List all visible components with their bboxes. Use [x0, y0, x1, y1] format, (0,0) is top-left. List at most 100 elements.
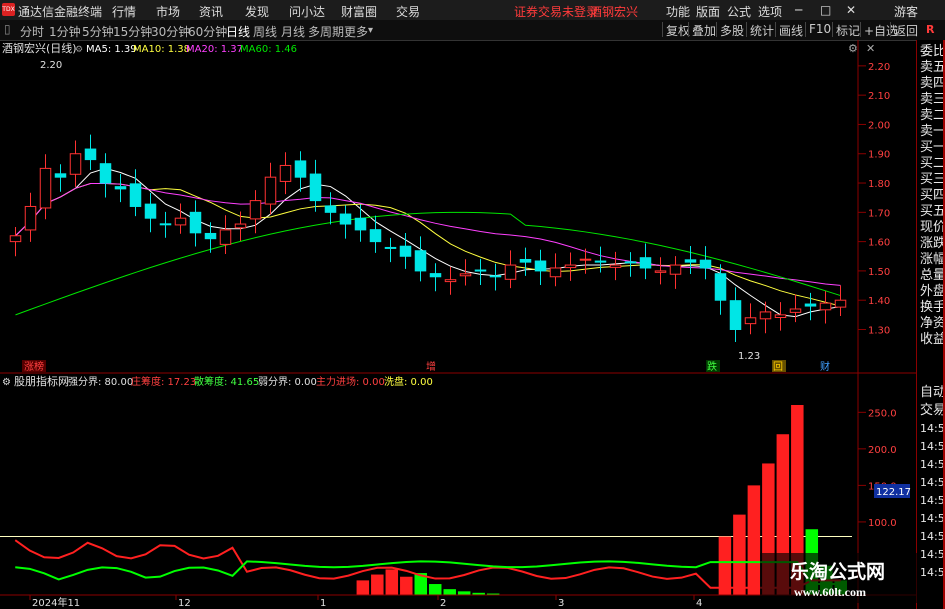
candle-body[interactable]: [294, 160, 307, 178]
marker-cai[interactable]: 财: [820, 360, 830, 373]
candle-body[interactable]: [504, 264, 517, 280]
menu-faxian[interactable]: 发现: [245, 3, 269, 20]
candle-body[interactable]: [399, 245, 412, 257]
menu-caifuquan[interactable]: 财富圈: [341, 3, 377, 20]
menu-wenxiaoda[interactable]: 问小达: [289, 3, 325, 20]
period-5min[interactable]: 5分钟: [82, 23, 114, 40]
menu-gongneng[interactable]: 功能: [666, 3, 690, 20]
candle-body[interactable]: [819, 302, 832, 311]
candle-body[interactable]: [594, 260, 607, 263]
login-status[interactable]: 证券交易未登录: [514, 3, 598, 20]
menu-hangqing[interactable]: 行情: [112, 3, 136, 20]
period-daily[interactable]: 日线: [226, 23, 250, 40]
candle-body[interactable]: [834, 299, 847, 308]
candle-body[interactable]: [324, 205, 337, 213]
maximize-icon[interactable]: □: [820, 3, 831, 17]
menu-gongshi[interactable]: 公式: [727, 3, 751, 20]
candle-body[interactable]: [189, 211, 202, 234]
candle-body[interactable]: [84, 148, 97, 161]
marker-zeng[interactable]: 增: [426, 360, 436, 373]
candle-body[interactable]: [144, 203, 157, 219]
candle-body[interactable]: [684, 259, 697, 263]
candle-body[interactable]: [444, 279, 457, 283]
candle-body[interactable]: [549, 267, 562, 278]
candle-body[interactable]: [174, 217, 187, 226]
candle-body[interactable]: [414, 250, 427, 272]
candle-body[interactable]: [24, 205, 37, 231]
btn-fanhui[interactable]: 返回: [890, 22, 921, 38]
candle-body[interactable]: [744, 317, 757, 325]
collapse-icon[interactable]: ▯: [4, 22, 11, 36]
period-weekly[interactable]: 周线: [253, 23, 277, 40]
candle-body[interactable]: [804, 303, 817, 307]
candle-body[interactable]: [204, 232, 217, 240]
btn-tongji[interactable]: 统计: [746, 22, 777, 38]
candle-body[interactable]: [39, 167, 52, 209]
candle-body[interactable]: [699, 259, 712, 269]
candle-body[interactable]: [69, 153, 82, 175]
candle-body[interactable]: [654, 270, 667, 273]
btn-biaoji[interactable]: 标记: [832, 22, 863, 38]
candle-body[interactable]: [249, 200, 262, 220]
candle-body[interactable]: [99, 163, 112, 184]
candle-body[interactable]: [339, 213, 352, 225]
marker-hui[interactable]: 回: [773, 361, 783, 373]
candle-body[interactable]: [534, 260, 547, 272]
candle-body[interactable]: [609, 264, 622, 268]
btn-f10[interactable]: F10: [805, 22, 834, 37]
menu-shichang[interactable]: 市场: [156, 3, 180, 20]
candle-body[interactable]: [129, 183, 142, 207]
period-30min[interactable]: 30分钟: [151, 23, 190, 40]
btn-duogu[interactable]: 多股: [716, 22, 747, 38]
sub-settings-icon[interactable]: ⚙: [2, 377, 11, 388]
candle-body[interactable]: [354, 217, 367, 231]
candle-body[interactable]: [789, 308, 802, 313]
candle-body[interactable]: [309, 173, 322, 202]
candle-body[interactable]: [639, 257, 652, 269]
menu-jiaoyi[interactable]: 交易: [396, 3, 420, 20]
period-multi[interactable]: 多周期: [308, 23, 344, 40]
candle-body[interactable]: [369, 229, 382, 243]
settings-icon[interactable]: ⚙: [848, 42, 858, 55]
btn-diejia[interactable]: 叠加: [688, 22, 719, 38]
menu-zixun[interactable]: 资讯: [199, 3, 223, 20]
guest-label[interactable]: 游客: [894, 3, 918, 20]
period-monthly[interactable]: 月线: [281, 23, 305, 40]
candle-body[interactable]: [729, 300, 742, 330]
close-icon[interactable]: ✕: [846, 3, 856, 17]
period-1min[interactable]: 1分钟: [49, 23, 81, 40]
candle-body[interactable]: [234, 223, 247, 229]
candle-body[interactable]: [9, 235, 22, 243]
candle-body[interactable]: [624, 261, 637, 264]
period-fenshi[interactable]: 分时: [20, 23, 44, 40]
candle-body[interactable]: [114, 186, 127, 190]
candle-body[interactable]: [429, 273, 442, 278]
period-60min[interactable]: 60分钟: [188, 23, 227, 40]
close-pane-icon[interactable]: ✕: [866, 42, 875, 55]
candle-body[interactable]: [579, 258, 592, 261]
menu-banmian[interactable]: 版面: [696, 3, 720, 20]
candle-body[interactable]: [384, 246, 397, 249]
more-chevron-icon[interactable]: ▾: [368, 25, 373, 36]
candle-body[interactable]: [669, 264, 682, 275]
candle-body[interactable]: [159, 223, 172, 226]
candle-body[interactable]: [489, 275, 502, 278]
minimize-icon[interactable]: ─: [795, 3, 802, 17]
ma-settings-icon[interactable]: ⚙: [75, 45, 83, 55]
marker-zhangbang[interactable]: 涨榜: [24, 360, 44, 373]
candle-body[interactable]: [219, 229, 232, 245]
candle-body[interactable]: [54, 173, 67, 178]
menu-xuanxiang[interactable]: 选项: [758, 3, 782, 20]
period-more[interactable]: 更多: [344, 23, 368, 40]
chart-area[interactable]: 酒钢宏兴(日线) ⚙ MA5: 1.39 MA10: 1.38 MA20: 1.…: [0, 40, 916, 609]
r-icon[interactable]: R: [926, 23, 934, 36]
btn-huaxian[interactable]: 画线: [775, 22, 806, 38]
candle-body[interactable]: [714, 273, 727, 301]
candle-body[interactable]: [264, 176, 277, 205]
marker-die[interactable]: 跌: [707, 360, 717, 373]
candle-body[interactable]: [459, 273, 472, 277]
candle-body[interactable]: [474, 269, 487, 272]
candle-body[interactable]: [564, 264, 577, 269]
candle-body[interactable]: [519, 258, 532, 263]
candle-body[interactable]: [759, 311, 772, 320]
